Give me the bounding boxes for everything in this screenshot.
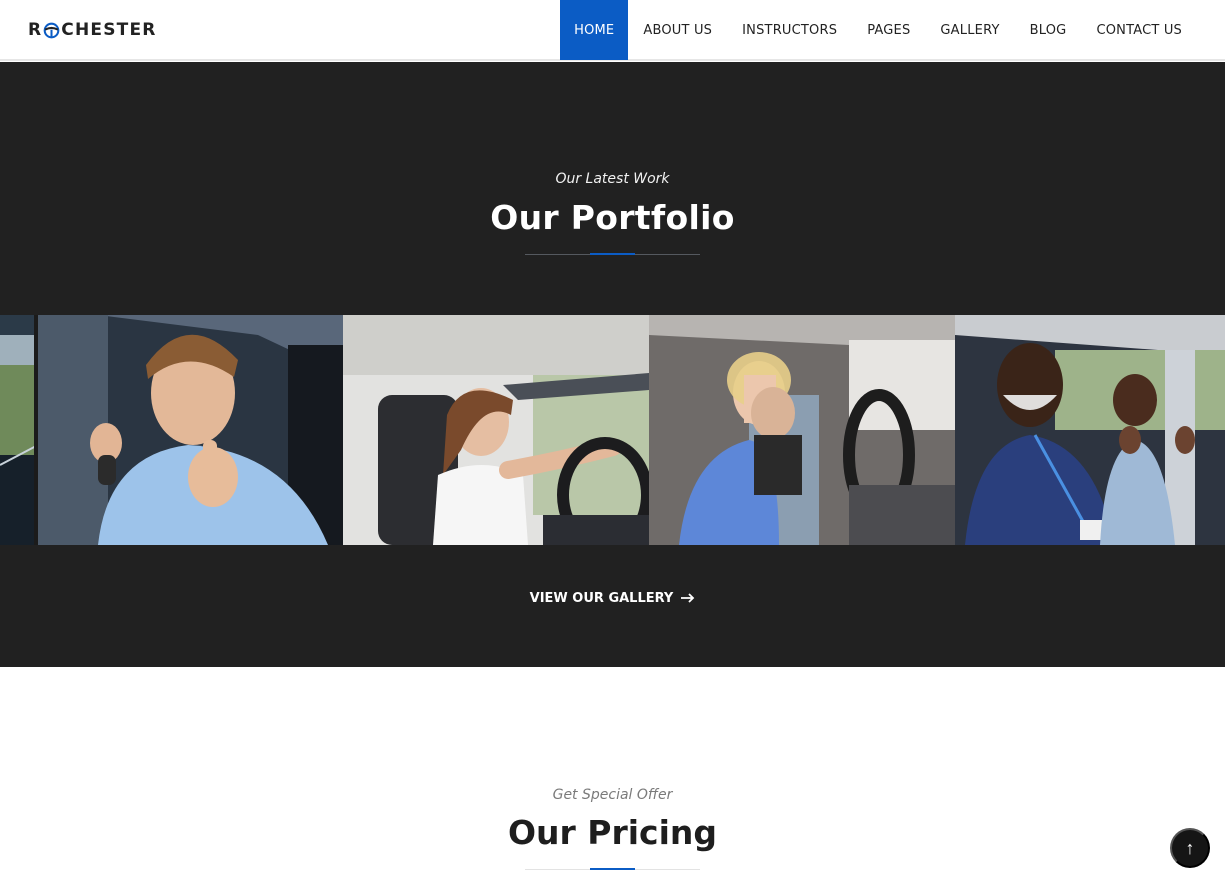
portfolio-kicker: Our Latest Work [555,171,670,187]
view-gallery-link[interactable]: VIEW OUR GALLERY [0,591,1225,606]
logo-text-right: CHESTER [61,20,157,40]
divider-accent [590,253,635,255]
nav-item-instructors[interactable]: INSTRUCTORS [727,0,852,60]
gallery-photo-woman-driving[interactable] [343,315,649,545]
gallery-photo-couple-thumbs-up[interactable] [955,315,1225,545]
divider-accent [590,868,635,870]
steering-wheel-icon [43,22,60,39]
portfolio-section: Our Latest Work Our Portfolio VIEW OUR G… [0,62,1225,667]
nav-item-home[interactable]: HOME [560,0,629,60]
site-logo[interactable]: R CHESTER [28,19,157,41]
pricing-title: Our Pricing [507,813,718,852]
main-navigation: HOME ABOUT US INSTRUCTORS PAGES GALLERY … [560,0,1197,60]
gallery-photo-partial-car[interactable] [0,315,38,545]
pricing-divider [525,868,700,870]
portfolio-gallery [0,315,1225,545]
nav-item-about-us[interactable]: ABOUT US [628,0,727,60]
arrow-right-icon [681,591,695,606]
scroll-to-top-button[interactable]: ↑ [1170,828,1210,868]
nav-item-pages[interactable]: PAGES [852,0,925,60]
gallery-photo-man-with-keys[interactable] [38,315,343,545]
nav-item-blog[interactable]: BLOG [1015,0,1082,60]
nav-item-contact-us[interactable]: CONTACT US [1081,0,1197,60]
arrow-up-icon: ↑ [1185,837,1195,858]
logo-text-left: R [28,20,43,40]
view-gallery-label: VIEW OUR GALLERY [529,591,674,606]
nav-item-gallery[interactable]: GALLERY [925,0,1014,60]
gallery-photo-woman-with-instructor[interactable] [649,315,955,545]
site-header: R CHESTER HOME ABOUT US INSTRUCTORS PAGE… [0,0,1225,61]
portfolio-divider [525,253,700,255]
portfolio-title: Our Portfolio [490,198,735,237]
pricing-kicker: Get Special Offer [552,787,673,803]
